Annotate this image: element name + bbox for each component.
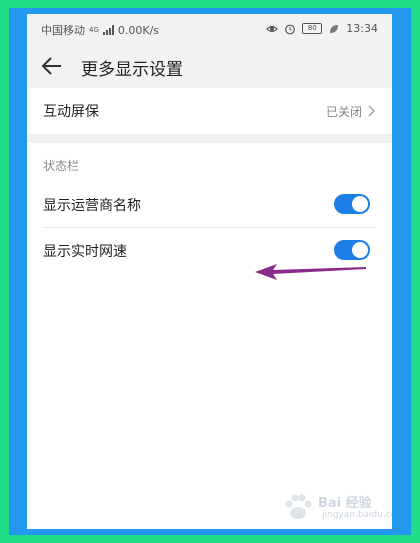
- screensaver-label: 互动屏保: [43, 104, 99, 120]
- show-speed-label: 显示实时网速: [43, 244, 127, 260]
- eye-icon: [266, 25, 279, 32]
- leaf-icon: [330, 24, 339, 33]
- status-bar: 中国移动 4G 0.00K/s 80 13:34: [27, 14, 392, 44]
- phone-screen: 中国移动 4G 0.00K/s 80 13:34 更多显示设置 互动屏保 已关闭…: [27, 14, 392, 529]
- baidu-watermark: Bai 经验 jingyan.baidu.com: [282, 492, 392, 526]
- section-gap: [27, 134, 392, 143]
- watermark-brand: Bai 经验: [318, 496, 372, 511]
- back-arrow-icon[interactable]: [41, 56, 63, 76]
- signal-icon: [102, 25, 114, 35]
- annotation-arrow-icon: [255, 264, 366, 280]
- screensaver-value: 已关闭: [325, 105, 362, 119]
- show-carrier-row[interactable]: 显示运营商名称: [27, 182, 392, 228]
- page-title: 更多显示设置: [81, 60, 183, 80]
- paw-icon: [285, 494, 312, 519]
- app-bar: 更多显示设置: [27, 44, 392, 88]
- alarm-icon: [285, 24, 296, 34]
- net-speed: 0.00K/s: [117, 23, 160, 37]
- show-carrier-label: 显示运营商名称: [43, 198, 141, 214]
- show-speed-toggle[interactable]: [334, 240, 370, 260]
- show-carrier-toggle[interactable]: [334, 194, 370, 214]
- carrier-name: 中国移动: [41, 24, 85, 37]
- watermark-url: jingyan.baidu.com: [322, 510, 392, 520]
- screensaver-row[interactable]: 互动屏保 已关闭: [27, 88, 392, 134]
- battery-icon: 80: [302, 23, 323, 34]
- toggle-knob: [352, 242, 368, 258]
- section-label-status-bar: 状态栏: [43, 159, 80, 173]
- network-badge: 4G: [89, 26, 99, 34]
- clock: 13:34: [346, 22, 378, 35]
- toggle-knob: [352, 196, 368, 212]
- chevron-right-icon: [368, 105, 375, 117]
